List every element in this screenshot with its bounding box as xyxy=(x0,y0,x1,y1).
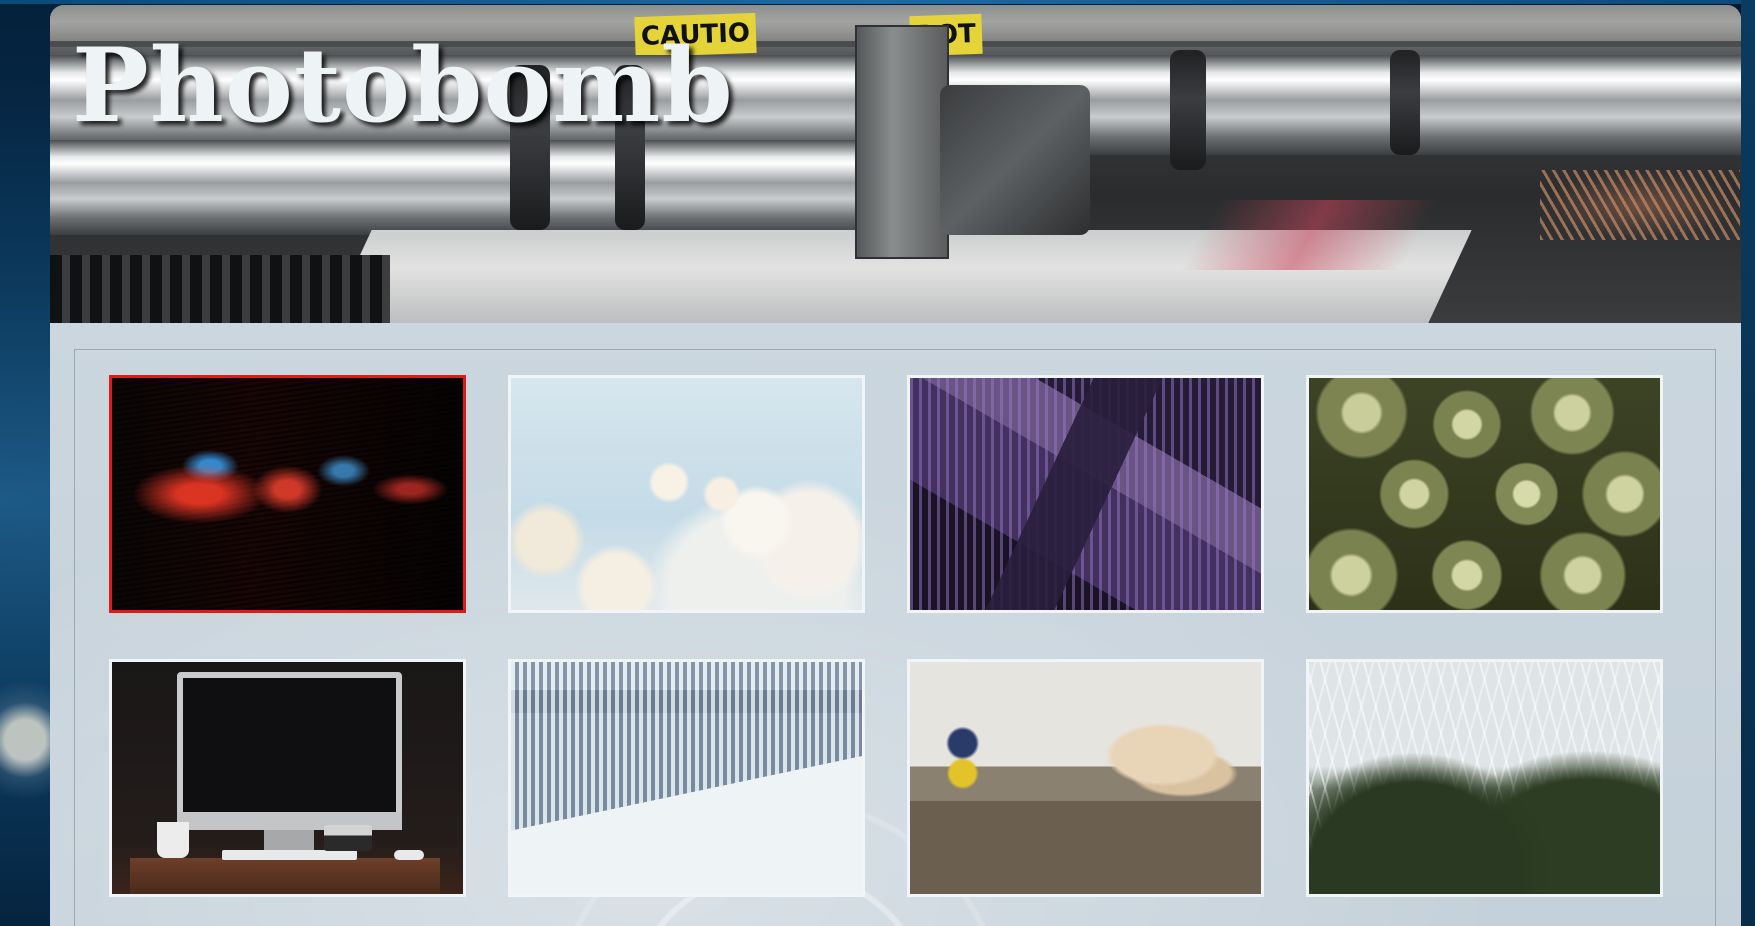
press-bracket xyxy=(855,25,949,259)
header-banner: CAUTIO ROT Photobomb xyxy=(50,5,1741,323)
thumbnail-image xyxy=(910,662,1261,894)
site-title: Photobomb xyxy=(72,26,734,146)
gallery-thumbnail-greenhouse[interactable] xyxy=(1306,659,1663,897)
mug xyxy=(157,822,189,858)
keyboard xyxy=(222,850,357,860)
camera xyxy=(324,825,372,851)
window-edge xyxy=(1741,0,1755,926)
desk xyxy=(130,858,440,894)
gallery-thumbnail-city[interactable] xyxy=(907,375,1264,613)
thumbnail-image xyxy=(1309,662,1660,894)
gallery-thumbnail-imac[interactable] xyxy=(109,659,466,897)
roller-ring xyxy=(1390,50,1420,155)
gallery-thumbnail-workshop[interactable] xyxy=(907,659,1264,897)
gallery-thumbnail-neon[interactable] xyxy=(109,375,466,613)
roller-ring xyxy=(1170,50,1206,170)
gallery-thumbnail-waterfall[interactable] xyxy=(508,659,865,897)
paper-shavings xyxy=(1540,170,1740,240)
thumbnail-image xyxy=(112,378,463,610)
thumbnail-image xyxy=(511,378,862,610)
press-belt xyxy=(50,255,390,323)
gallery-thumbnail-plant[interactable] xyxy=(1306,375,1663,613)
gallery-thumbnail-blossom[interactable] xyxy=(508,375,865,613)
thumbnail-image xyxy=(910,378,1261,610)
press-clamp xyxy=(940,85,1090,235)
imac-screen xyxy=(177,672,402,824)
thumbnail-image xyxy=(1309,378,1660,610)
thumbnail-image xyxy=(112,662,463,894)
top-accent-line xyxy=(0,0,1755,4)
page-window: CAUTIO ROT Photobomb xyxy=(50,5,1741,926)
mouse xyxy=(394,850,424,860)
thumbnail-image xyxy=(511,662,862,894)
press-paper-print xyxy=(1179,200,1441,270)
